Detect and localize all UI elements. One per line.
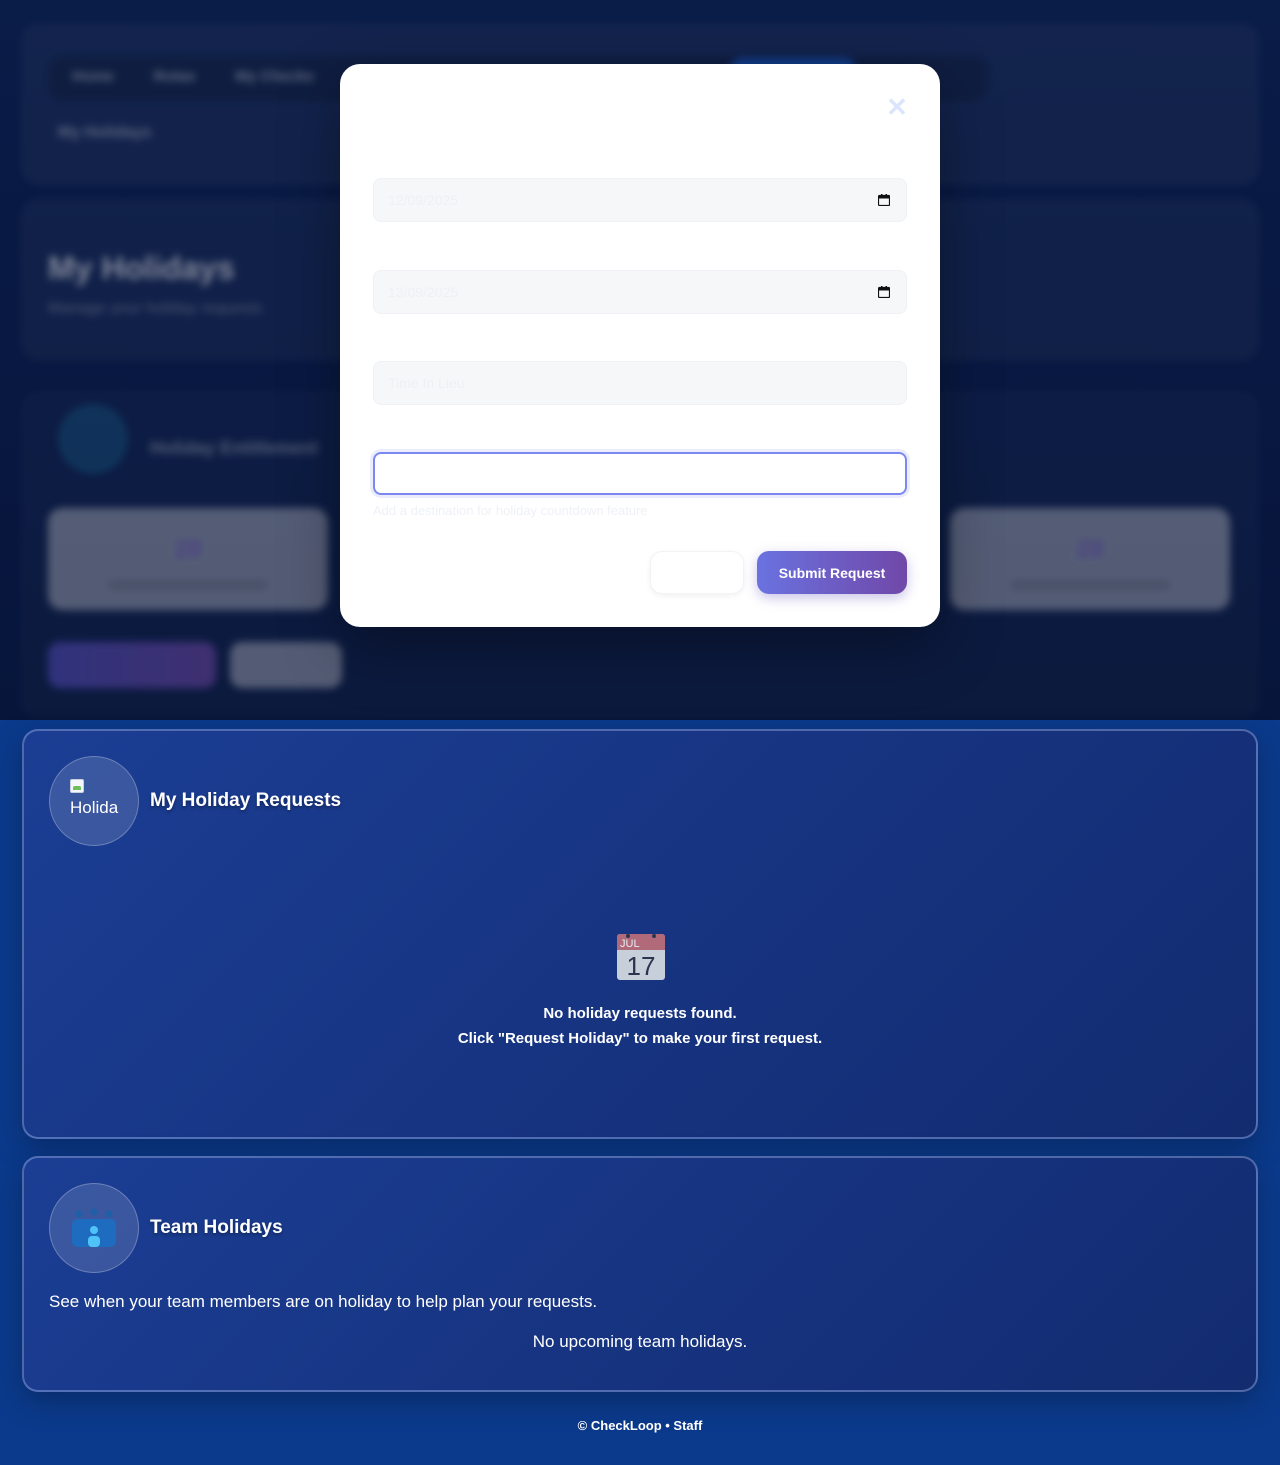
destination-input[interactable] (373, 452, 907, 495)
team-holidays-card: Team Holidays See when your team members… (22, 1156, 1258, 1392)
holiday-requests-title: My Holiday Requests (150, 790, 342, 811)
calendar-icon: JUL 17 (616, 931, 666, 981)
team-holidays-empty: No upcoming team holidays. (532, 1332, 748, 1351)
team-icon (49, 1183, 139, 1273)
end-date-field[interactable]: 13/09/2025 (373, 270, 907, 314)
empty-state-hint: Click "Request Holiday" to make your fir… (457, 1030, 823, 1047)
empty-state-message: No holiday requests found. (543, 1005, 737, 1022)
footer: © CheckLoop • Staff (577, 1418, 703, 1433)
cancel-button[interactable]: Cancel (650, 551, 744, 594)
calendar-month: JUL (620, 938, 640, 950)
calendar-day: 17 (627, 951, 656, 981)
team-holidays-title: Team Holidays (150, 1217, 283, 1238)
end-date-value: 13/09/2025 (388, 284, 459, 300)
image-placeholder-icon (70, 779, 84, 793)
holiday-requests-icon: Holida (49, 756, 139, 846)
start-date-field[interactable]: 12/09/2025 (373, 178, 907, 222)
destination-hint: Add a destination for holiday countdown … (373, 503, 648, 518)
broken-image-icon: Holida (70, 779, 130, 817)
holiday-type-select[interactable]: Time In Lieu (373, 361, 907, 405)
team-holidays-description: See when your team members are on holida… (49, 1292, 598, 1311)
calendar-picker-icon[interactable] (876, 192, 892, 208)
holiday-requests-card: Holida My Holiday Requests JUL 17 No hol… (22, 729, 1258, 1139)
calendar-picker-icon[interactable] (876, 284, 892, 300)
image-alt-text: Holida (70, 798, 119, 817)
close-icon[interactable]: ✕ (884, 94, 910, 120)
holiday-request-modal: ✕ 12/09/2025 13/09/2025 Time In Lieu Add… (340, 64, 940, 627)
submit-request-button[interactable]: Submit Request (757, 551, 907, 594)
start-date-value: 12/09/2025 (388, 192, 459, 208)
holiday-type-value: Time In Lieu (388, 375, 465, 391)
